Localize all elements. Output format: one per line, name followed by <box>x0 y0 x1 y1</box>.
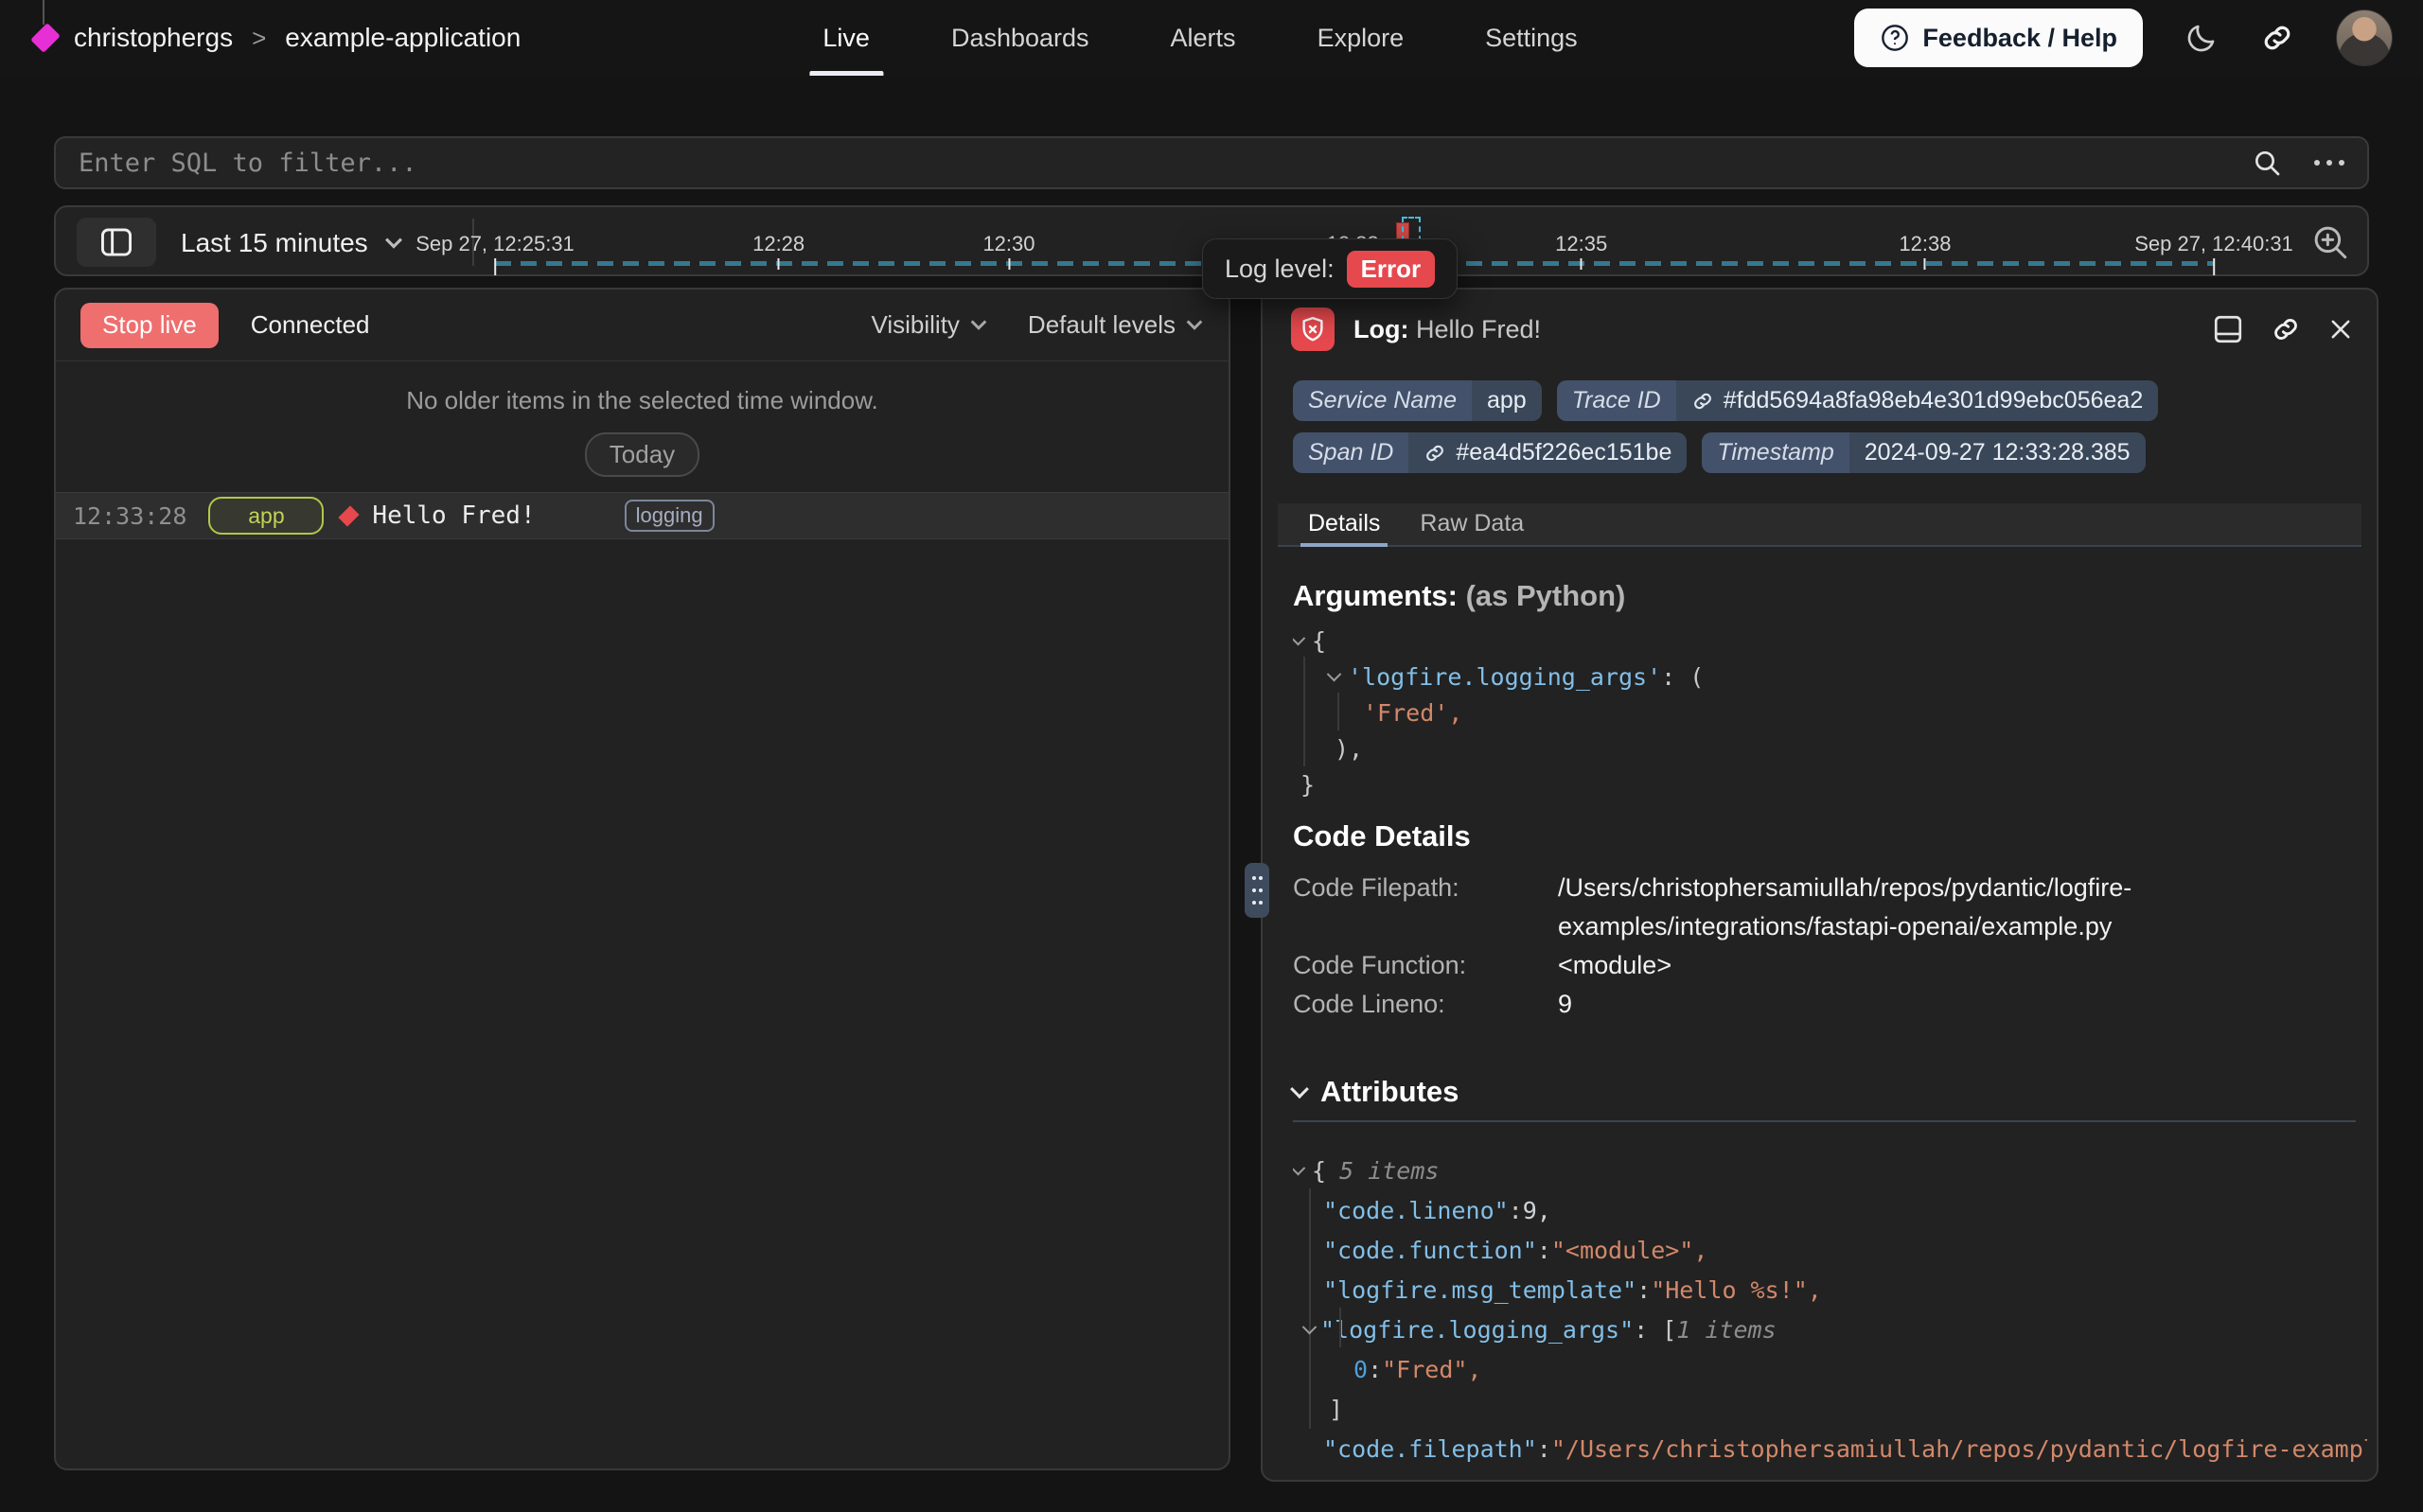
log-level-tooltip: Log level: Error <box>1202 238 1458 299</box>
link-icon <box>2260 21 2294 55</box>
span-id-badge[interactable]: Span ID #ea4d5f226ec151be <box>1293 432 1687 473</box>
code-function-row: Code Function: <module> <box>1293 946 2361 985</box>
close-panel-button[interactable] <box>2327 316 2354 343</box>
feedback-help-button[interactable]: Feedback / Help <box>1854 9 2143 67</box>
chevron-down-icon <box>969 319 988 331</box>
divider <box>1293 1120 2356 1122</box>
tab-settings[interactable]: Settings <box>1485 0 1578 76</box>
breadcrumb-project[interactable]: example-application <box>285 23 521 53</box>
service-badge[interactable]: app <box>208 497 324 535</box>
stop-live-button[interactable]: Stop live <box>80 303 219 348</box>
trace-id-badge[interactable]: Trace ID #fdd5694a8fa98eb4e301d99ebc056e… <box>1557 380 2159 421</box>
attributes-json-tree: { 5 items "code.lineno": 9, "code.functi… <box>1293 1151 2367 1472</box>
copy-link-button[interactable] <box>2271 314 2301 344</box>
link-icon[interactable] <box>1691 390 1714 413</box>
timeline-tick: 12:28 <box>752 207 805 270</box>
arguments-heading: Arguments: (as Python) <box>1293 579 1625 613</box>
sql-filter-bar <box>54 136 2369 189</box>
panel-left-icon <box>99 227 133 257</box>
chevron-down-icon <box>383 237 404 250</box>
collapse-toggle-icon[interactable] <box>1293 630 1305 645</box>
help-circle-icon <box>1880 23 1910 53</box>
breadcrumb-separator-icon: > <box>252 24 266 53</box>
top-nav: christophergs > example-application Live… <box>0 0 2423 76</box>
theme-toggle-button[interactable] <box>2184 21 2219 55</box>
timeline-tick: 12:35 <box>1555 207 1607 270</box>
chevron-down-icon <box>1290 1080 1309 1099</box>
share-link-button[interactable] <box>2260 21 2294 55</box>
search-icon[interactable] <box>2252 148 2282 178</box>
visibility-dropdown[interactable]: Visibility <box>871 310 987 340</box>
logfire-logo-icon <box>30 23 61 53</box>
collapse-toggle-icon[interactable] <box>1302 1319 1318 1334</box>
zoom-in-icon <box>2310 222 2350 262</box>
code-filepath-row: Code Filepath: /Users/christophersamiull… <box>1293 869 2361 946</box>
breadcrumb[interactable]: christophergs > example-application <box>0 23 521 53</box>
tab-explore[interactable]: Explore <box>1318 0 1405 76</box>
detail-header: Log: Hello Fred! <box>1291 307 2354 352</box>
log-timestamp: 12:33:28 <box>73 502 186 530</box>
logger-tag-badge[interactable]: logging <box>625 500 715 532</box>
link-icon <box>2271 314 2301 344</box>
default-levels-dropdown[interactable]: Default levels <box>1028 310 1204 340</box>
live-panel-header: Stop live Connected Visibility Default l… <box>56 290 1229 361</box>
timeline-tick: 12:30 <box>982 207 1035 270</box>
detail-tabs: Details Raw Data <box>1278 503 2361 547</box>
code-details-heading: Code Details <box>1293 819 1471 853</box>
tab-raw-data[interactable]: Raw Data <box>1420 510 1524 545</box>
breadcrumb-org[interactable]: christophergs <box>74 23 233 53</box>
code-details-table: Code Filepath: /Users/christophersamiull… <box>1293 869 2361 1024</box>
log-detail-panel: Log: Hello Fred! <box>1261 288 2379 1482</box>
zoom-in-button[interactable] <box>2310 222 2350 262</box>
sql-filter-input[interactable] <box>79 149 2233 178</box>
error-level-badge: Error <box>1347 251 1436 288</box>
chevron-down-icon <box>1185 319 1204 331</box>
nav-right-cluster: Feedback / Help <box>1854 0 2393 76</box>
log-message: Hello Fred! <box>372 501 535 530</box>
timeline-tick: Sep 27, 12:40:31 <box>2134 207 2293 275</box>
arguments-python-tree: { 'logfire.logging_args': ( 'Fred', ), } <box>1293 623 2367 807</box>
empty-window-message: No older items in the selected time wind… <box>56 386 1229 415</box>
close-icon <box>2327 316 2354 343</box>
error-diamond-icon <box>339 505 360 526</box>
time-range-dropdown[interactable]: Last 15 minutes <box>181 207 404 278</box>
service-name-badge[interactable]: Service Name app <box>1293 380 1542 421</box>
collapse-toggle-icon[interactable] <box>1327 666 1342 681</box>
more-options-icon[interactable] <box>2314 160 2344 166</box>
logo-stem <box>43 0 44 25</box>
detail-title: Log: Hello Fred! <box>1353 315 1541 344</box>
tooltip-label: Log level: <box>1225 255 1335 284</box>
timeline-tick: Sep 27, 12:25:31 <box>416 207 575 275</box>
moon-icon <box>2184 21 2219 55</box>
panel-bottom-icon <box>2212 314 2244 344</box>
log-row-selected[interactable]: 12:33:28 app Hello Fred! logging <box>56 492 1229 539</box>
tab-details[interactable]: Details <box>1308 510 1380 545</box>
dock-panel-button[interactable] <box>2212 314 2244 344</box>
connection-status: Connected <box>251 310 370 340</box>
tab-live[interactable]: Live <box>822 0 870 76</box>
live-logs-panel: Stop live Connected Visibility Default l… <box>54 288 1230 1470</box>
code-lineno-row: Code Lineno: 9 <box>1293 985 2361 1024</box>
collapse-toggle-icon[interactable] <box>1293 1160 1305 1175</box>
panel-resize-handle[interactable] <box>1245 863 1269 918</box>
user-avatar[interactable] <box>2336 9 2393 66</box>
tab-dashboards[interactable]: Dashboards <box>951 0 1089 76</box>
attributes-heading[interactable]: Attributes <box>1293 1075 1459 1109</box>
span-metadata-badges: Service Name app Trace ID #fdd5694a8fa98… <box>1293 380 2158 473</box>
timestamp-badge[interactable]: Timestamp 2024-09-27 12:33:28.385 <box>1702 432 2145 473</box>
sidebar-toggle-button[interactable] <box>77 218 156 267</box>
primary-nav: Live Dashboards Alerts Explore Settings <box>822 0 1577 76</box>
link-icon[interactable] <box>1424 442 1446 465</box>
error-shield-icon <box>1291 308 1335 351</box>
timeline-tick: 12:38 <box>1899 207 1951 270</box>
today-button[interactable]: Today <box>585 432 699 477</box>
tab-alerts[interactable]: Alerts <box>1171 0 1236 76</box>
